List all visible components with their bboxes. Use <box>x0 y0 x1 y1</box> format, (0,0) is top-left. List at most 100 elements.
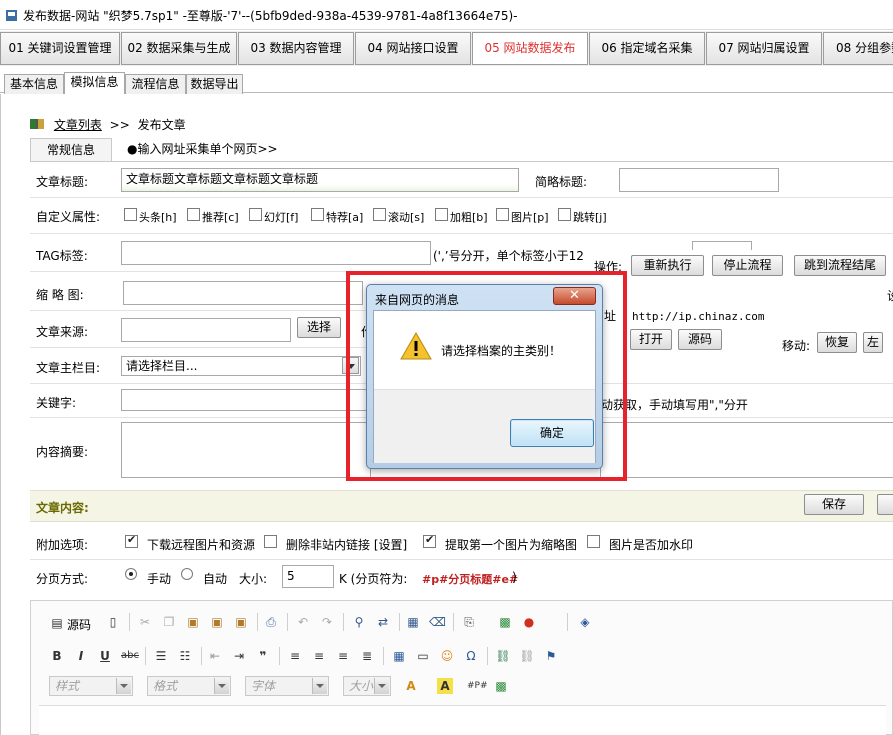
subtab-export[interactable]: 数据导出 <box>186 74 243 94</box>
style-select[interactable]: 样式 <box>49 676 133 696</box>
print-icon[interactable]: ⎙ <box>263 614 279 630</box>
cut-icon[interactable]: ✂ <box>137 614 153 630</box>
opt-first-image-thumb-checkbox[interactable] <box>423 533 436 548</box>
attr-checkbox-picture[interactable] <box>496 208 509 221</box>
select-all-icon[interactable]: ▦ <box>405 614 421 630</box>
tab-site-ownership[interactable]: 07 网站归属设置 <box>706 32 822 65</box>
ok-button[interactable]: 确定 <box>510 419 594 447</box>
paging-manual-radio[interactable] <box>125 568 137 580</box>
tag-input[interactable] <box>121 241 431 265</box>
attr-checkbox-recommend[interactable] <box>187 208 200 221</box>
opt-remove-links-checkbox[interactable] <box>264 535 277 548</box>
attr-checkbox-scroll[interactable] <box>373 208 386 221</box>
subtab-flow[interactable]: 流程信息 <box>125 74 186 94</box>
size-select[interactable]: 大小 <box>343 676 391 696</box>
align-center-icon[interactable]: ≡ <box>311 648 327 664</box>
paste-word-icon[interactable]: ▣ <box>233 614 249 630</box>
url-value[interactable]: http://ip.chinaz.com <box>632 310 764 323</box>
article-list-link[interactable]: 文章列表 <box>54 118 102 132</box>
source-input[interactable] <box>121 318 291 342</box>
blockquote-icon[interactable]: ❞ <box>255 648 271 664</box>
maximize-icon[interactable]: ◈ <box>577 614 593 630</box>
strikethrough-icon[interactable]: abc <box>121 648 139 664</box>
rerun-button[interactable]: 重新执行 <box>631 255 704 276</box>
attr-checkbox-special[interactable] <box>311 208 324 221</box>
tab-group-params[interactable]: 08 分组参数 <box>823 32 893 65</box>
summary-extra-area[interactable] <box>600 422 893 478</box>
flash-icon[interactable]: ● <box>521 614 537 630</box>
restore-button[interactable]: 恢复 <box>817 332 857 353</box>
unordered-list-icon[interactable]: ☷ <box>177 648 193 664</box>
source-icon[interactable]: ▤ <box>49 615 65 631</box>
align-justify-icon[interactable]: ≣ <box>359 648 375 664</box>
special-char-icon[interactable]: Ω <box>463 648 479 664</box>
paste-icon[interactable]: ▣ <box>185 614 201 630</box>
title-input[interactable]: 文章标题文章标题文章标题文章标题 <box>121 168 519 192</box>
tab-url-collect[interactable]: ●输入网址采集单个网页>> <box>127 138 278 161</box>
close-icon[interactable]: ✕ <box>553 287 596 305</box>
short-title-input[interactable] <box>619 168 779 192</box>
attr-checkbox-jump[interactable] <box>558 208 571 221</box>
view-source-button[interactable]: 源码 <box>678 329 722 350</box>
tab-domain-collect[interactable]: 06 指定域名采集 <box>589 32 705 65</box>
replace-icon[interactable]: ⇄ <box>375 614 391 630</box>
attr-checkbox-slide[interactable] <box>249 208 262 221</box>
page-break-icon[interactable]: #P# <box>467 678 488 694</box>
underline-icon[interactable]: U <box>97 648 113 664</box>
paging-size-input[interactable]: 5 <box>282 565 334 588</box>
paging-auto-radio[interactable] <box>181 568 193 580</box>
image-icon[interactable]: ▩ <box>497 614 513 630</box>
subtab-basic[interactable]: 基本信息 <box>4 74 64 94</box>
tab-normal-info[interactable]: 常规信息 <box>30 138 112 161</box>
bold-icon[interactable]: B <box>49 648 65 664</box>
move-left-button[interactable]: 左 <box>863 332 883 353</box>
summary-textarea[interactable] <box>121 422 371 478</box>
align-right-icon[interactable]: ≡ <box>335 648 351 664</box>
chevron-down-icon[interactable] <box>342 357 359 374</box>
align-left-icon[interactable]: ≡ <box>287 648 303 664</box>
font-select[interactable]: 字体 <box>245 676 329 696</box>
tab-data-collection[interactable]: 02 数据采集与生成 <box>121 32 237 65</box>
paste-text-icon[interactable]: ▣ <box>209 614 225 630</box>
link-icon[interactable]: ⛓ <box>495 648 511 664</box>
page-icon[interactable]: ▯ <box>105 614 121 630</box>
open-url-button[interactable]: 打开 <box>630 329 672 350</box>
tab-keyword-settings[interactable]: 01 关键词设置管理 <box>0 32 120 65</box>
editor-content-area[interactable] <box>39 705 886 735</box>
extra-button[interactable] <box>877 494 893 515</box>
anchor-flag-icon[interactable]: ⚑ <box>543 648 559 664</box>
copy-icon[interactable]: ❐ <box>161 614 177 630</box>
attr-checkbox-bold[interactable] <box>435 208 448 221</box>
smiley-icon[interactable]: ☺ <box>439 648 455 664</box>
attr-checkbox-headline[interactable] <box>124 208 137 221</box>
format-select[interactable]: 格式 <box>147 676 231 696</box>
bg-color-icon[interactable]: A <box>437 678 453 694</box>
select-source-button[interactable]: 选择 <box>297 317 341 338</box>
thumb-input[interactable] <box>123 281 363 305</box>
remove-format-icon[interactable]: ⌫ <box>429 614 446 630</box>
find-icon[interactable]: ⚲ <box>351 614 367 630</box>
indent-icon[interactable]: ⇥ <box>231 648 247 664</box>
tab-site-interface[interactable]: 04 网站接口设置 <box>355 32 471 65</box>
horizontal-rule-icon[interactable]: ▭ <box>415 648 431 664</box>
opt-watermark-checkbox[interactable] <box>587 535 600 548</box>
tab-content-management[interactable]: 03 数据内容管理 <box>238 32 354 65</box>
editor-source-button[interactable]: 源码 <box>67 616 91 633</box>
table-icon[interactable]: ▦ <box>391 648 407 664</box>
redo-icon[interactable]: ↷ <box>319 614 335 630</box>
stop-flow-button[interactable]: 停止流程 <box>712 255 783 276</box>
opt-download-remote-checkbox[interactable] <box>125 533 138 548</box>
text-color-icon[interactable]: A <box>403 678 419 694</box>
preview-icon[interactable]: ⎘ <box>461 614 477 630</box>
goto-flow-end-button[interactable]: 跳到流程结尾 <box>794 255 886 276</box>
italic-icon[interactable]: I <box>73 648 89 664</box>
ordered-list-icon[interactable]: ☰ <box>153 648 169 664</box>
unlink-icon[interactable]: ⛓ <box>519 648 535 664</box>
outdent-icon[interactable]: ⇤ <box>207 648 223 664</box>
insert-image-icon[interactable]: ▩ <box>493 678 509 694</box>
subtab-simulate[interactable]: 模拟信息 <box>64 72 125 94</box>
keyword-input[interactable] <box>121 389 371 411</box>
undo-icon[interactable]: ↶ <box>295 614 311 630</box>
column-select[interactable]: 请选择栏目... <box>121 356 361 376</box>
tab-site-publish[interactable]: 05 网站数据发布 <box>472 32 588 65</box>
